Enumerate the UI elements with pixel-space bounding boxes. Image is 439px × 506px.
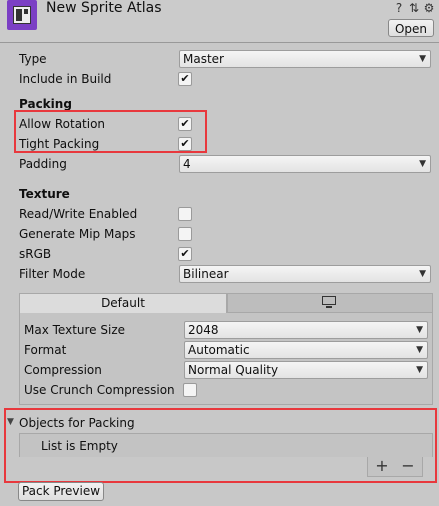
pack-preview-button[interactable]: Pack Preview (18, 482, 104, 501)
format-value: Automatic (188, 343, 250, 357)
open-button[interactable]: Open (388, 19, 434, 37)
crunch-checkbox[interactable] (183, 383, 197, 397)
objects-heading[interactable]: Objects for Packing (19, 414, 135, 432)
padding-label: Padding (19, 157, 67, 171)
preset-icon[interactable]: ⇅ (407, 1, 421, 15)
filter-mode-label: Filter Mode (19, 267, 86, 281)
crunch-label: Use Crunch Compression (24, 383, 175, 397)
read-write-label: Read/Write Enabled (19, 207, 138, 221)
dropdown-arrow-icon: ▼ (419, 159, 426, 169)
gear-icon[interactable]: ⚙ (422, 1, 436, 15)
sprite-atlas-icon (7, 0, 37, 30)
texture-heading: Texture (19, 187, 70, 201)
dropdown-arrow-icon: ▼ (419, 269, 426, 279)
type-value: Master (183, 52, 224, 66)
remove-item-button[interactable]: − (400, 458, 416, 474)
tab-default[interactable]: Default (19, 293, 227, 313)
allow-rotation-label: Allow Rotation (19, 117, 106, 131)
filter-mode-value: Bilinear (183, 267, 229, 281)
max-texture-size-value: 2048 (188, 323, 219, 337)
dropdown-arrow-icon: ▼ (416, 325, 423, 335)
foldout-arrow-icon[interactable]: ▼ (7, 416, 14, 428)
help-icon[interactable]: ? (392, 1, 406, 15)
include-in-build-label: Include in Build (19, 72, 112, 86)
format-dropdown[interactable]: Automatic ▼ (184, 341, 428, 359)
list-empty-text: List is Empty (41, 439, 118, 453)
add-item-button[interactable]: + (374, 458, 390, 474)
allow-rotation-checkbox[interactable]: ✔ (178, 117, 192, 131)
mip-maps-checkbox[interactable] (178, 227, 192, 241)
compression-dropdown[interactable]: Normal Quality ▼ (184, 361, 428, 379)
dropdown-arrow-icon: ▼ (416, 365, 423, 375)
max-texture-size-label: Max Texture Size (24, 323, 125, 337)
checkmark-icon: ✔ (180, 117, 190, 130)
checkmark-icon: ✔ (180, 247, 190, 260)
format-label: Format (24, 343, 67, 357)
srgb-checkbox[interactable]: ✔ (178, 247, 192, 261)
asset-title: New Sprite Atlas (46, 0, 162, 16)
padding-dropdown[interactable]: 4 ▼ (179, 155, 431, 173)
checkmark-icon: ✔ (180, 137, 190, 150)
srgb-label: sRGB (19, 247, 52, 261)
read-write-checkbox[interactable] (178, 207, 192, 221)
tight-packing-checkbox[interactable]: ✔ (178, 137, 192, 151)
type-label: Type (19, 52, 47, 66)
dropdown-arrow-icon: ▼ (419, 54, 426, 64)
compression-value: Normal Quality (188, 363, 279, 377)
compression-label: Compression (24, 363, 102, 377)
dropdown-arrow-icon: ▼ (416, 345, 423, 355)
max-texture-size-dropdown[interactable]: 2048 ▼ (184, 321, 428, 339)
monitor-icon (322, 295, 336, 309)
type-dropdown[interactable]: Master ▼ (179, 50, 431, 68)
padding-value: 4 (183, 157, 191, 171)
mip-maps-label: Generate Mip Maps (19, 227, 136, 241)
tight-packing-label: Tight Packing (19, 137, 100, 151)
filter-mode-dropdown[interactable]: Bilinear ▼ (179, 265, 431, 283)
checkmark-icon: ✔ (180, 72, 190, 85)
include-in-build-checkbox[interactable]: ✔ (178, 72, 192, 86)
